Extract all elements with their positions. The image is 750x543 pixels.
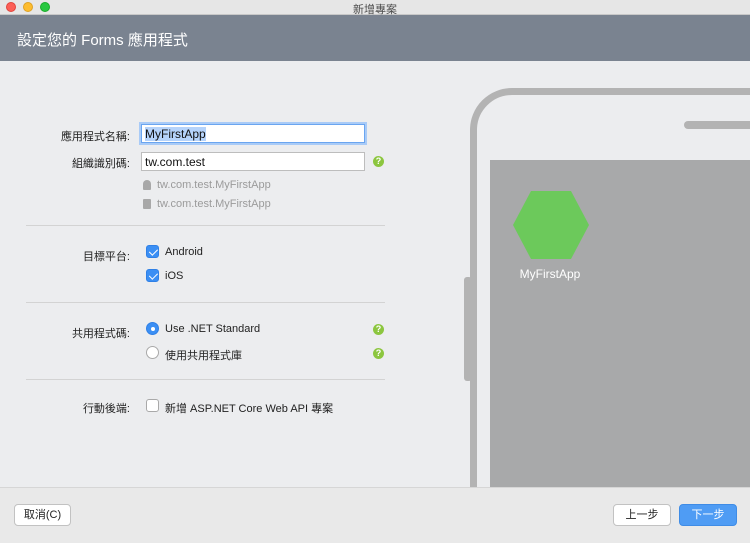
ios-checkbox[interactable] [146, 269, 159, 282]
phone-side-button [464, 277, 472, 381]
shared-library-radio[interactable] [146, 346, 159, 359]
configuration-form: 應用程式名稱: MyFirstApp 組織識別碼: tw.com.test ? … [0, 61, 400, 487]
shared-code-label: 共用程式碼: [71, 328, 130, 340]
preview-app-name: MyFirstApp [519, 267, 581, 281]
divider [26, 379, 385, 380]
android-option-label[interactable]: Android [165, 246, 203, 258]
app-name-label: 應用程式名稱: [60, 131, 130, 143]
page-header: 設定您的 Forms 應用程式 [0, 15, 750, 61]
target-platform-label: 目標平台: [82, 251, 130, 263]
cancel-button[interactable]: 取消(C) [14, 504, 71, 526]
org-id-label: 組織識別碼: [71, 158, 130, 170]
next-button[interactable]: 下一步 [679, 504, 737, 526]
phone-speaker [684, 121, 750, 129]
app-name-value: MyFirstApp [145, 127, 206, 141]
app-name-input[interactable]: MyFirstApp [141, 124, 365, 143]
page-title: 設定您的 Forms 應用程式 [17, 32, 188, 49]
org-id-input[interactable]: tw.com.test [141, 152, 365, 171]
title-bar: 新增專案 [0, 0, 750, 16]
ios-bundle-id: tw.com.test.MyFirstApp [157, 198, 271, 210]
app-icon-hexagon [513, 191, 589, 259]
shared-library-help-icon[interactable]: ? [373, 348, 384, 359]
divider [26, 302, 385, 303]
ios-device-icon [143, 199, 151, 209]
net-standard-option-label[interactable]: Use .NET Standard [165, 323, 260, 335]
backend-label: 行動後端: [82, 403, 130, 415]
divider [26, 225, 385, 226]
net-standard-help-icon[interactable]: ? [373, 324, 384, 335]
app-icon [513, 191, 589, 259]
footer: 取消(C) 上一步 下一步 [0, 487, 750, 543]
ios-option-label[interactable]: iOS [165, 270, 183, 282]
content-area: 應用程式名稱: MyFirstApp 組織識別碼: tw.com.test ? … [0, 61, 750, 487]
android-icon [143, 180, 151, 190]
net-standard-radio[interactable] [146, 322, 159, 335]
android-checkbox[interactable] [146, 245, 159, 258]
android-bundle-id: tw.com.test.MyFirstApp [157, 179, 271, 191]
org-id-help-icon[interactable]: ? [373, 156, 384, 167]
backend-option-label[interactable]: 新增 ASP.NET Core Web API 專案 [165, 400, 333, 416]
backend-checkbox[interactable] [146, 399, 159, 412]
back-button[interactable]: 上一步 [613, 504, 671, 526]
shared-library-option-label[interactable]: 使用共用程式庫 [165, 347, 242, 363]
